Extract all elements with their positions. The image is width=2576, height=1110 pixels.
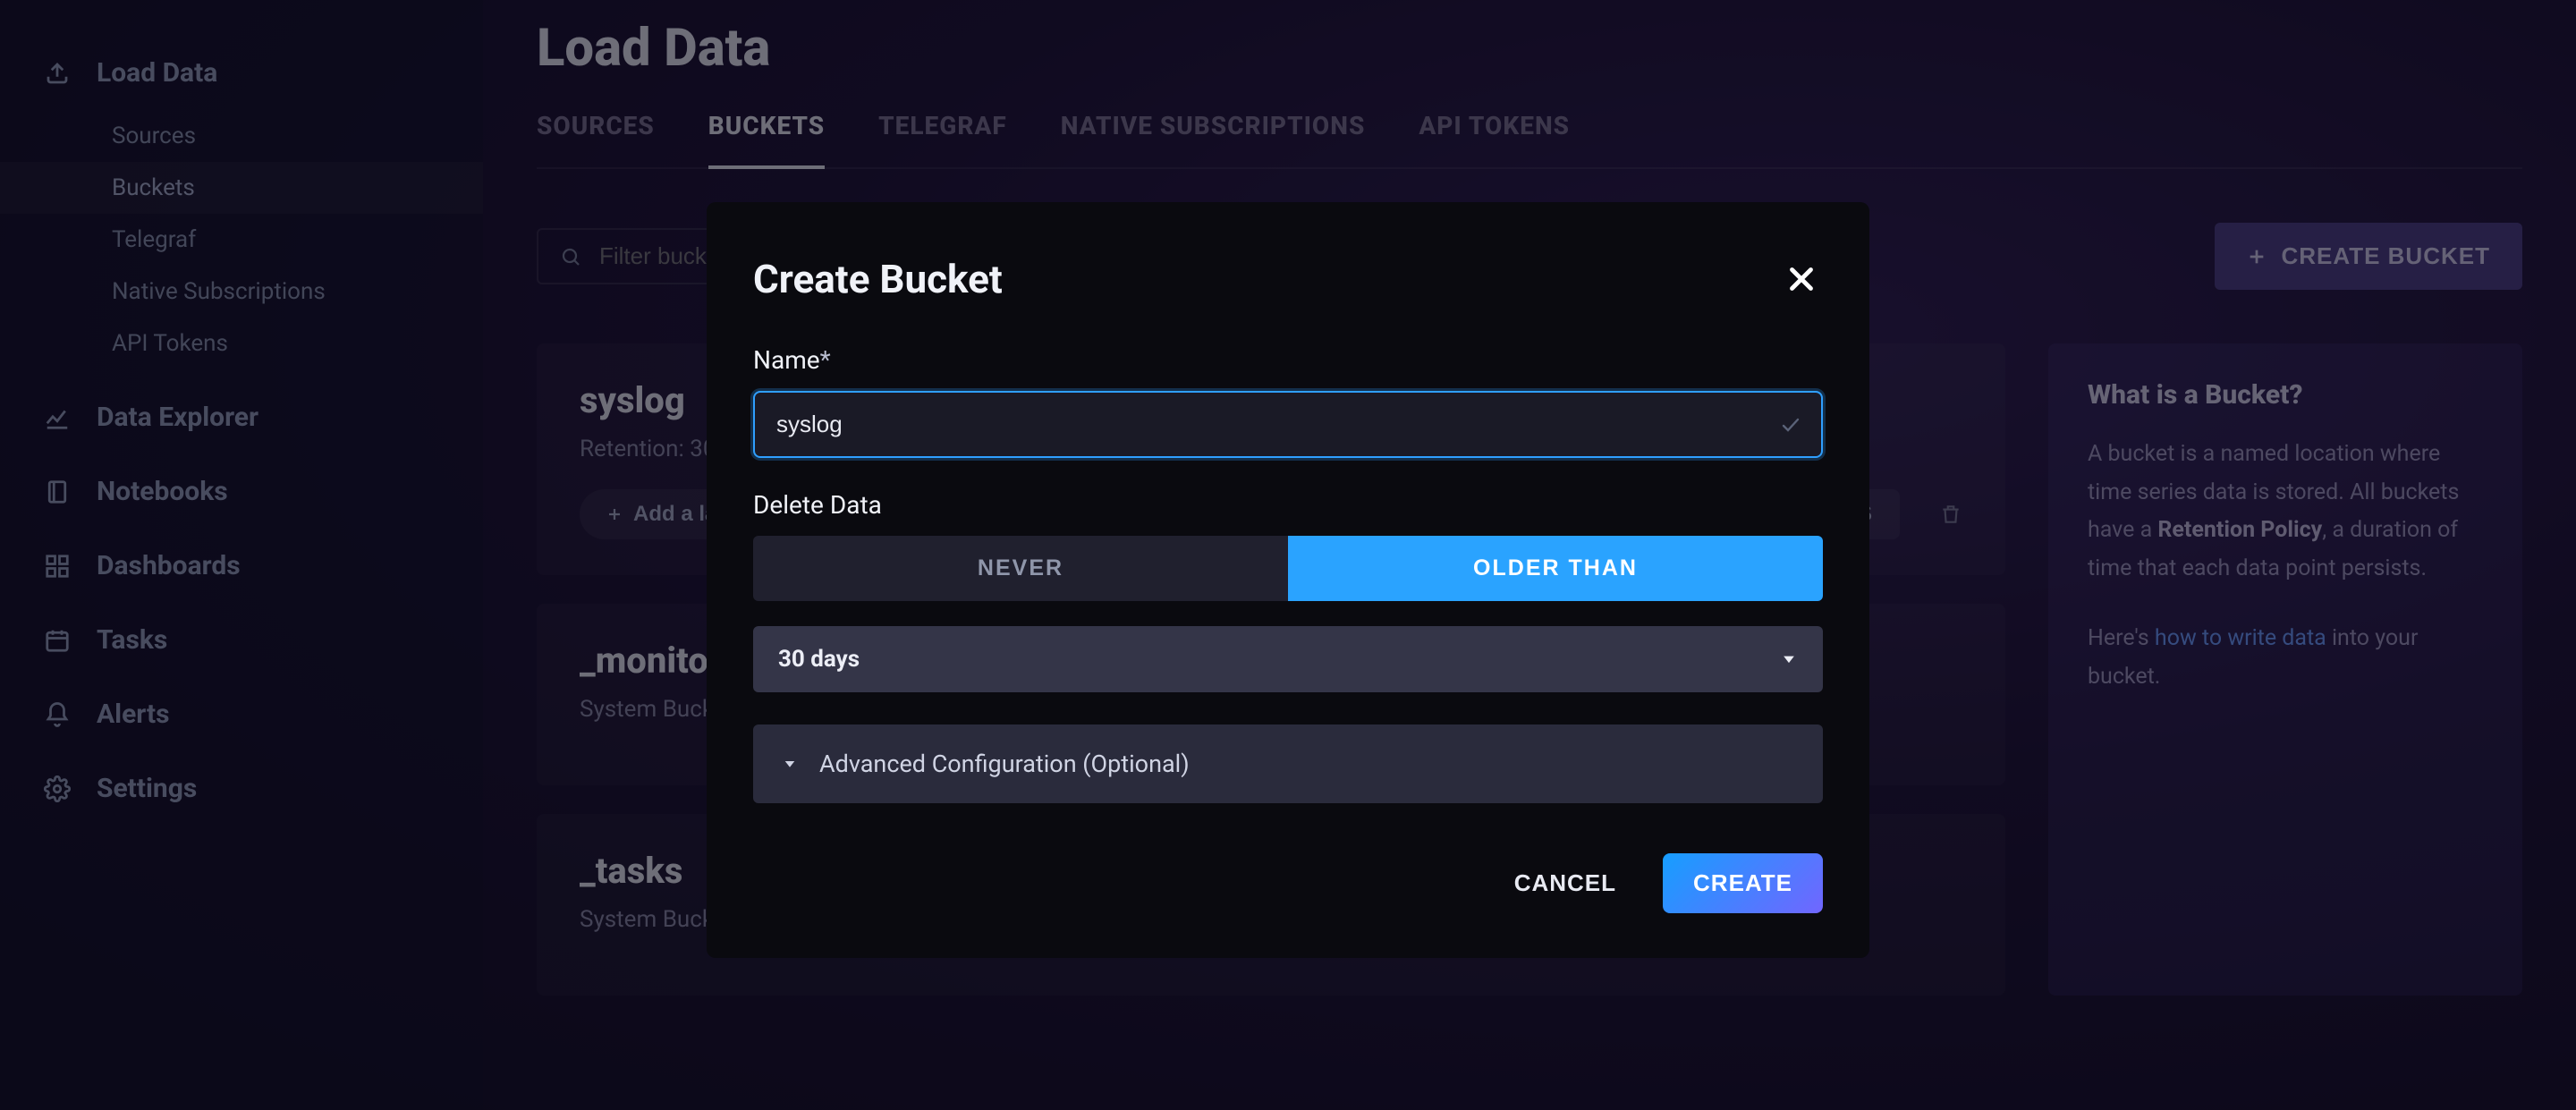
advanced-config-toggle[interactable]: Advanced Configuration (Optional) — [753, 724, 1823, 803]
caret-down-icon — [1780, 650, 1798, 668]
create-bucket-modal: Create Bucket Name* Delete Data NEVER OL… — [707, 202, 1869, 958]
segment-older-than[interactable]: OLDER THAN — [1288, 536, 1823, 601]
delete-data-label: Delete Data — [753, 490, 1823, 520]
cancel-button[interactable]: CANCEL — [1491, 853, 1640, 913]
retention-select[interactable]: 30 days — [753, 626, 1823, 692]
delete-data-segmented: NEVER OLDER THAN — [753, 536, 1823, 601]
caret-down-icon — [782, 756, 798, 772]
segment-never[interactable]: NEVER — [753, 536, 1288, 601]
close-icon[interactable] — [1780, 258, 1823, 301]
modal-overlay[interactable]: Create Bucket Name* Delete Data NEVER OL… — [0, 0, 2576, 1110]
name-label: Name* — [753, 345, 1823, 375]
modal-title: Create Bucket — [753, 256, 1003, 302]
check-icon — [1780, 414, 1801, 436]
bucket-name-input[interactable] — [753, 391, 1823, 458]
create-button[interactable]: CREATE — [1663, 853, 1823, 913]
advanced-config-label: Advanced Configuration (Optional) — [819, 750, 1190, 778]
retention-value: 30 days — [778, 646, 860, 673]
